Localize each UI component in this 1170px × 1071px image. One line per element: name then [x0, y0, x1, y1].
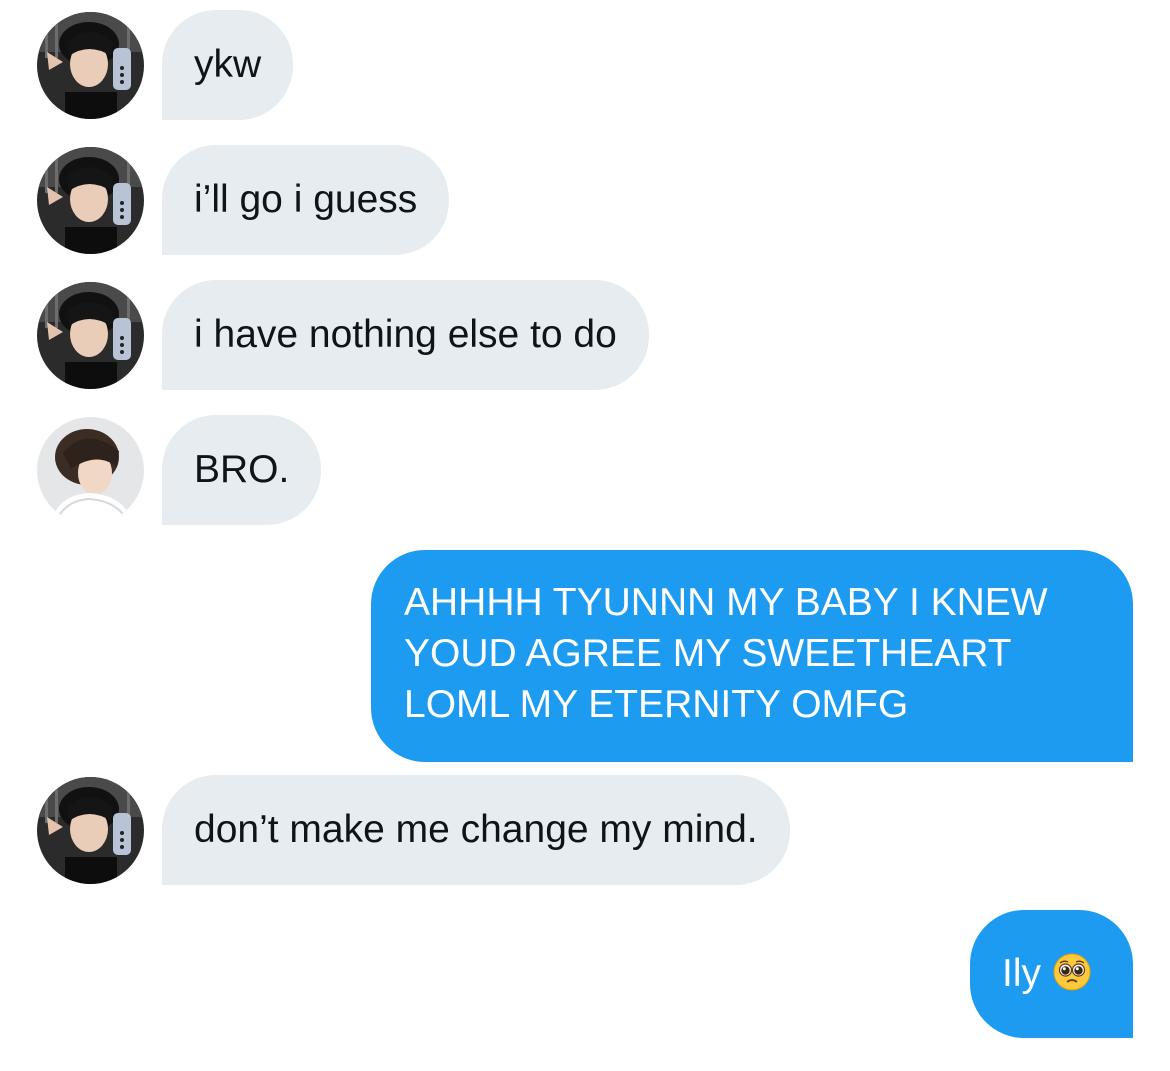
message-text-line: YOUD AGREE MY SWEETHEART	[404, 632, 1012, 675]
message-text: BRO.	[194, 448, 290, 491]
message-text: i have nothing else to do	[194, 313, 617, 356]
message-row: i have nothing else to do	[0, 280, 1170, 390]
message-row: AHHHH TYUNNN MY BABY I KNEW YOUD AGREE M…	[0, 550, 1170, 762]
incoming-message-bubble[interactable]: don’t make me change my mind.	[162, 775, 790, 885]
message-text: ykw	[194, 43, 262, 86]
incoming-message-bubble[interactable]: i’ll go i guess	[162, 145, 450, 255]
sender-avatar[interactable]	[37, 417, 144, 524]
message-text: i’ll go i guess	[194, 178, 418, 221]
message-row: don’t make me change my mind.	[0, 775, 1170, 885]
sender-avatar[interactable]	[37, 282, 144, 389]
incoming-message-bubble[interactable]: BRO.	[162, 415, 322, 525]
sender-avatar[interactable]	[37, 12, 144, 119]
message-text-line: LOML MY ETERNITY OMFG	[404, 683, 909, 726]
sender-avatar[interactable]	[37, 147, 144, 254]
message-row: BRO.	[0, 415, 1170, 525]
pleading-face-emoji-icon	[1053, 953, 1091, 991]
incoming-message-bubble[interactable]: ykw	[162, 10, 294, 120]
incoming-message-bubble[interactable]: i have nothing else to do	[162, 280, 649, 390]
sender-avatar[interactable]	[37, 777, 144, 884]
message-row: i’ll go i guess	[0, 145, 1170, 255]
message-text: don’t make me change my mind.	[194, 808, 758, 851]
message-row: ykw	[0, 10, 1170, 120]
message-row: Ily	[0, 910, 1170, 1038]
message-text: Ily	[1002, 952, 1041, 995]
message-text-line: AHHHH TYUNNN MY BABY I KNEW	[404, 581, 1048, 624]
outgoing-message-bubble[interactable]: Ily	[970, 910, 1133, 1038]
outgoing-message-bubble[interactable]: AHHHH TYUNNN MY BABY I KNEW YOUD AGREE M…	[371, 550, 1133, 762]
